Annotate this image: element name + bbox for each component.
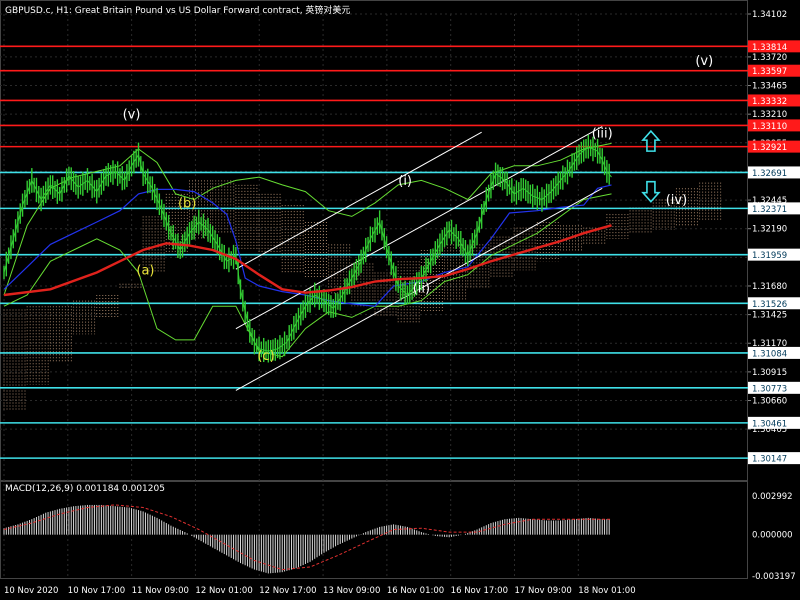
x-tick-label: 10 Nov 17:00: [68, 586, 125, 596]
level-tag-label: 1.33332: [752, 97, 787, 107]
chart-title: GBPUSD.c, H1: Great Britain Pound vs US …: [5, 6, 351, 16]
y-tick-label: 1.33720: [752, 53, 787, 63]
macd-label: MACD(12,26,9) 0.001184 0.001205: [5, 484, 165, 494]
level-tag-label: 1.30773: [752, 384, 787, 394]
x-tick-label: 16 Nov 17:00: [451, 586, 508, 596]
y-tick-label: 1.31425: [752, 311, 787, 321]
y-tick-label: 1.30660: [752, 397, 787, 407]
ma-blue-line: [3, 184, 612, 307]
y-tick-label: 1.30915: [752, 368, 787, 378]
wave-label: (iii): [592, 127, 613, 142]
x-tick-label: 16 Nov 01:00: [387, 586, 444, 596]
envelope-lower-line: [3, 193, 612, 358]
level-tag-label: 1.31526: [752, 300, 787, 310]
wave-label: (v): [695, 54, 713, 69]
x-tick-label: 18 Nov 01:00: [578, 586, 635, 596]
chart-window: 1.341021.337201.334651.332101.329551.327…: [0, 0, 800, 600]
y-tick-label: 1.34102: [752, 10, 787, 20]
wave-label: (v): [123, 108, 141, 123]
x-tick-label: 17 Nov 09:00: [514, 586, 571, 596]
level-tag-label: 1.32691: [752, 169, 787, 179]
main-frame: [0, 0, 748, 481]
level-tag-label: 1.32921: [752, 143, 787, 153]
level-tag-label: 1.33597: [752, 67, 787, 77]
level-tag-label: 1.30147: [752, 455, 787, 465]
channel-line-2: [235, 131, 482, 270]
y-tick-label: 1.33210: [752, 110, 787, 120]
wave-label: (b): [178, 196, 196, 211]
arrow-down-icon: [641, 180, 661, 203]
x-tick-label: 12 Nov 17:00: [259, 586, 316, 596]
x-tick-label: 12 Nov 01:00: [195, 586, 252, 596]
y-tick-label: 1.33465: [752, 82, 787, 92]
level-tag-label: 1.32371: [752, 205, 787, 215]
level-tag-label: 1.33110: [752, 122, 787, 132]
price-chart[interactable]: 1.341021.337201.334651.332101.329551.327…: [0, 0, 800, 600]
x-tick-label: 11 Nov 09:00: [132, 586, 189, 596]
x-tick-label: 10 Nov 2020: [4, 586, 58, 596]
macd-y-tick-label: 0.000000: [752, 531, 793, 541]
arrow-up-icon: [641, 129, 661, 152]
wave-label: (a): [136, 264, 154, 279]
y-tick-label: 1.32190: [752, 225, 787, 235]
y-tick-label: 1.31680: [752, 282, 787, 292]
wave-label: (i): [398, 174, 412, 189]
ma-red-line: [3, 224, 612, 297]
wave-label: (iv): [666, 193, 687, 208]
wave-label: (c): [257, 349, 274, 364]
macd-y-tick-label: 0.002992: [752, 492, 793, 502]
level-tag-label: 1.33814: [752, 43, 787, 53]
level-tag-label: 1.31959: [752, 251, 787, 261]
level-tag-label: 1.30461: [752, 419, 787, 429]
macd-y-tick-label: -0.003197: [752, 572, 796, 582]
x-tick-label: 13 Nov 09:00: [323, 586, 380, 596]
level-tag-label: 1.31084: [752, 349, 787, 359]
macd-histogram: [3, 504, 610, 574]
wave-label: (ii): [413, 282, 430, 297]
channel-line-0: [235, 126, 603, 330]
